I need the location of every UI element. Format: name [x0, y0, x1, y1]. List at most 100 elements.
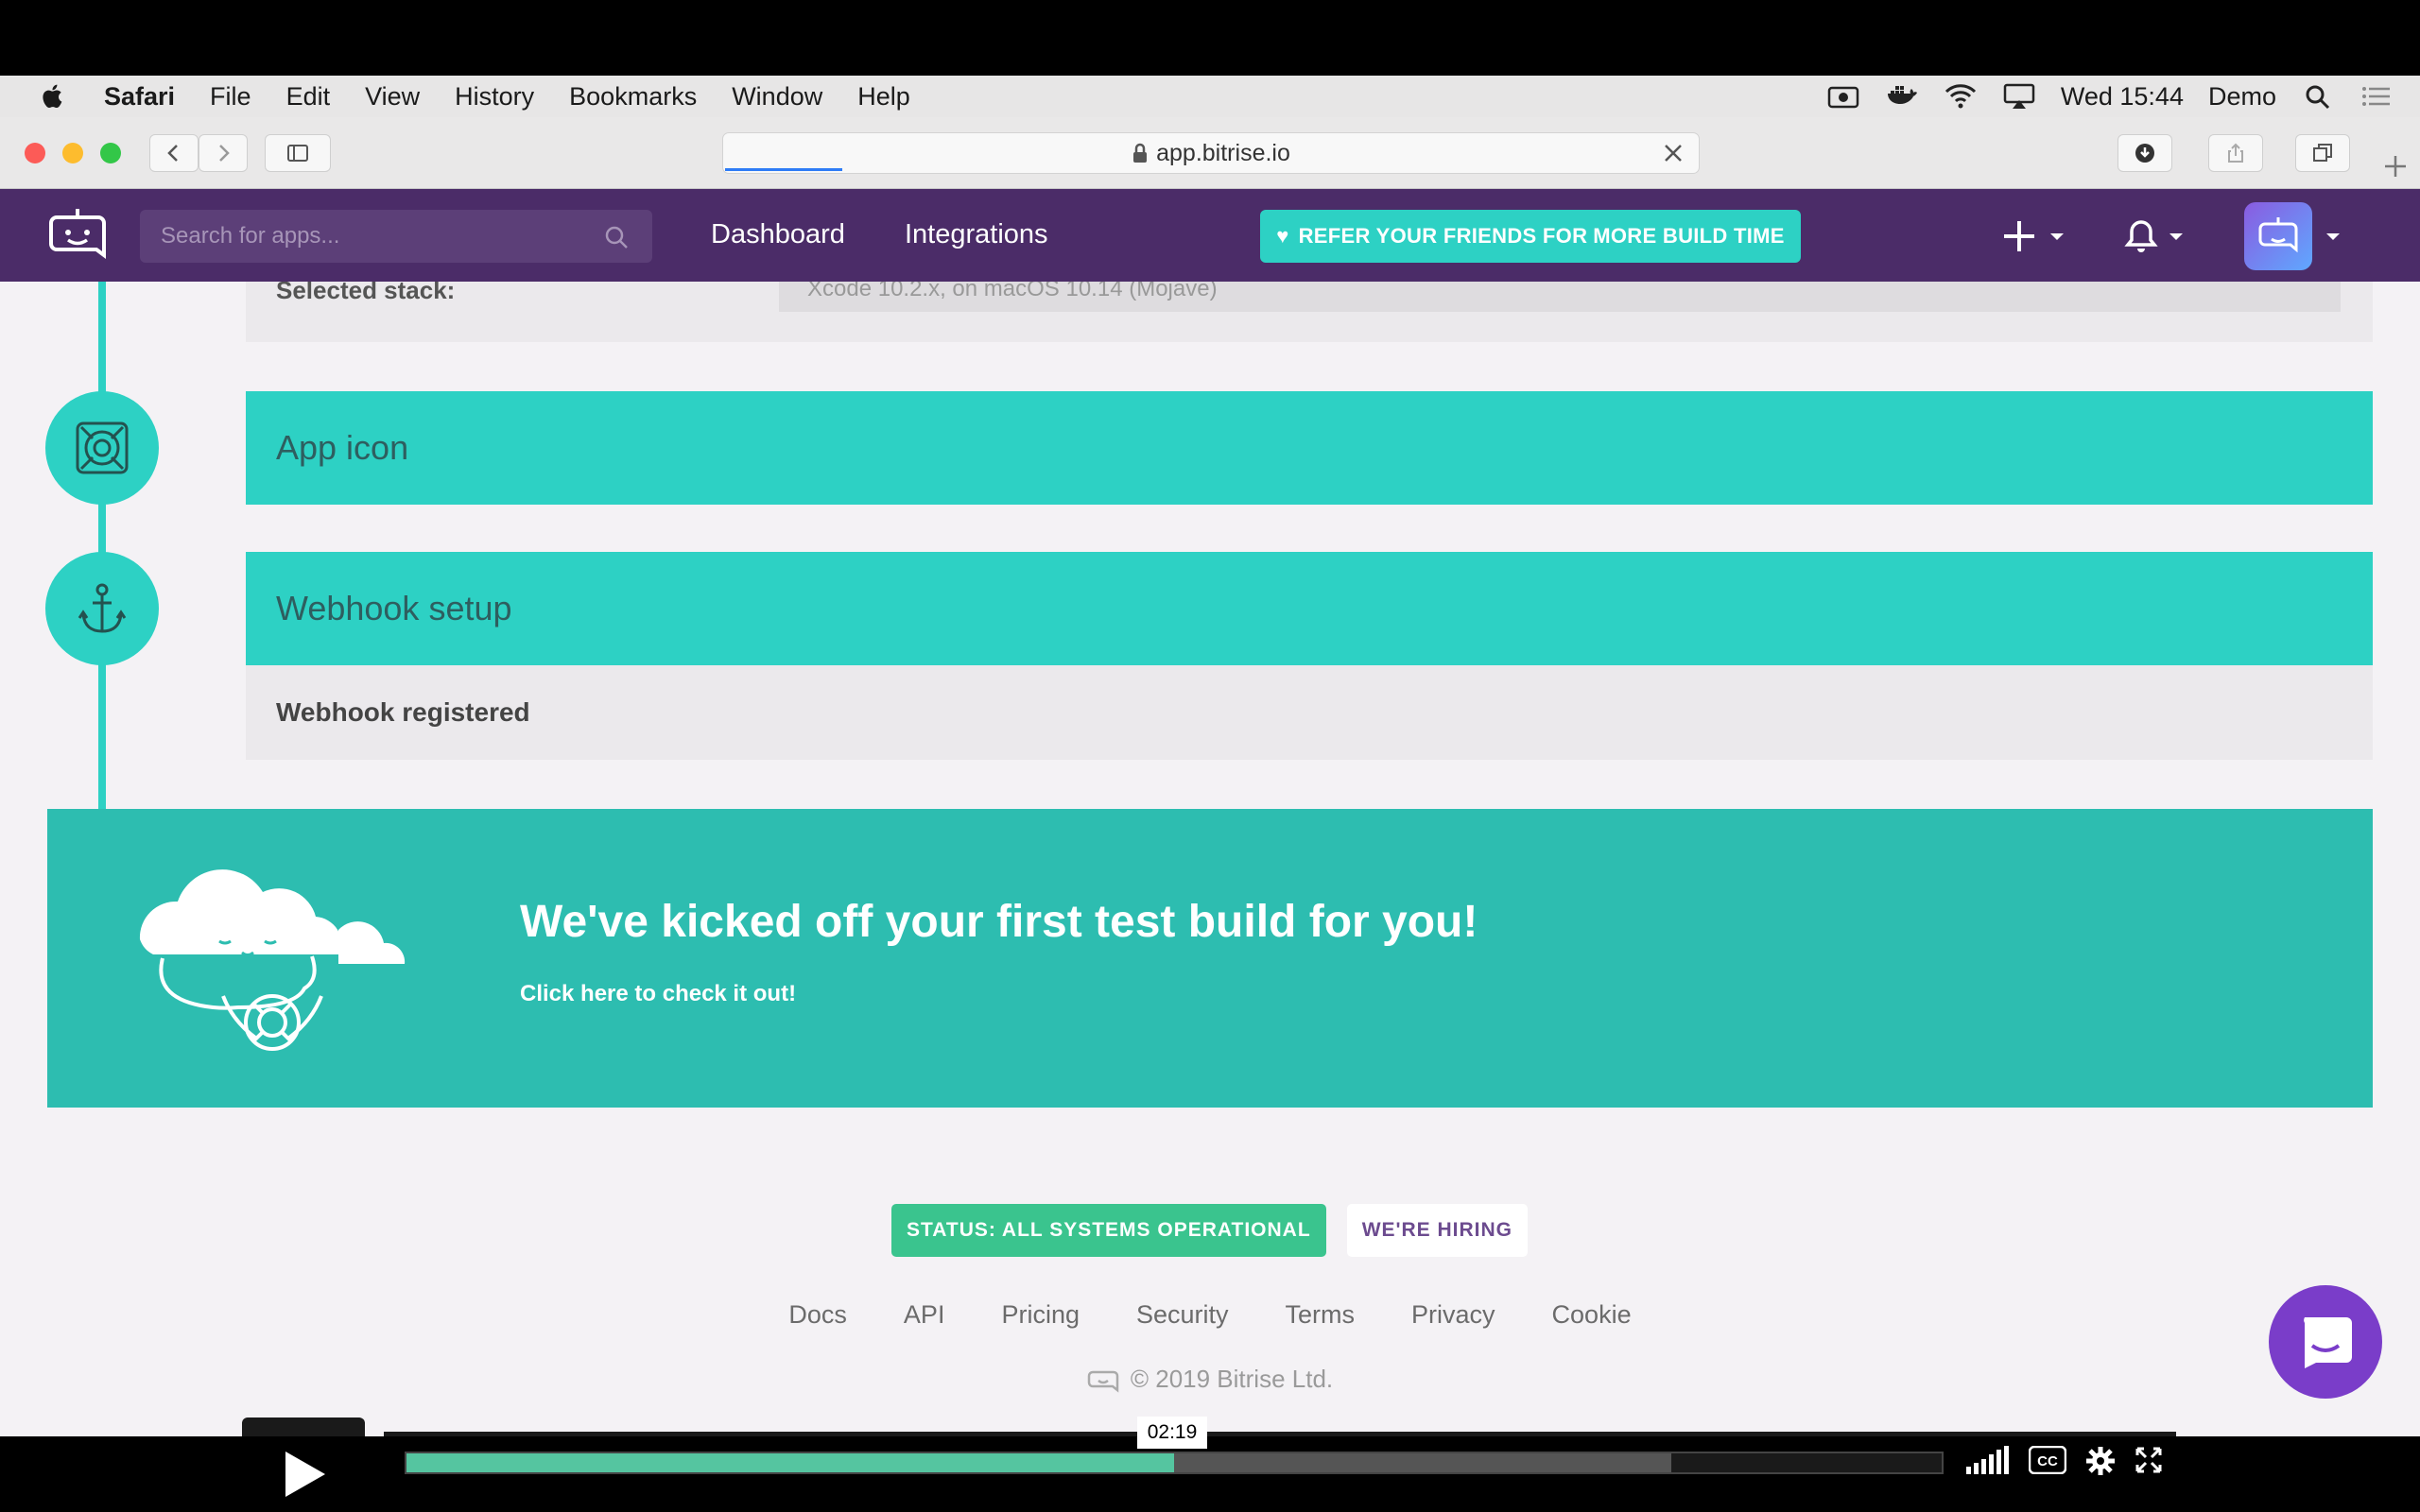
chevron-right-icon	[219, 145, 230, 162]
caret-down-icon	[2050, 233, 2064, 240]
anchor-icon	[78, 583, 127, 633]
back-button[interactable]	[149, 134, 199, 172]
lock-icon	[1133, 143, 1148, 163]
referral-emphasis: MORE BUILD TIME	[1593, 224, 1785, 248]
footer-links: Docs API Pricing Security Terms Privacy …	[0, 1300, 2420, 1330]
wifi-icon[interactable]	[1944, 81, 1978, 112]
menu-history[interactable]: History	[455, 82, 534, 112]
search-input[interactable]	[161, 223, 596, 249]
tabs-overview-button[interactable]	[2295, 134, 2350, 172]
nav-link-dashboard[interactable]: Dashboard	[711, 219, 845, 250]
user-name[interactable]: Demo	[2208, 82, 2276, 112]
app-icon-icon	[76, 421, 129, 474]
menu-edit[interactable]: Edit	[286, 82, 331, 112]
banner-subtitle-link[interactable]: Click here to check it out!	[520, 981, 796, 1007]
footer-link-pricing[interactable]: Pricing	[1001, 1300, 1080, 1330]
tabs-icon	[2313, 144, 2332, 162]
closed-captions-icon[interactable]: CC	[2029, 1446, 2066, 1474]
screen-recording-icon[interactable]	[1826, 81, 1860, 112]
footer-link-privacy[interactable]: Privacy	[1411, 1300, 1495, 1330]
timeline-line	[98, 282, 106, 809]
menu-help[interactable]: Help	[857, 82, 910, 112]
stack-label: Selected stack:	[276, 282, 456, 304]
notification-center-icon[interactable]	[2360, 81, 2394, 112]
notifications-button[interactable]	[2123, 215, 2195, 257]
seek-played	[406, 1453, 1174, 1472]
new-tab-plus-icon[interactable]	[2382, 153, 2409, 180]
app-search	[140, 210, 652, 263]
spotlight-search-icon[interactable]	[2301, 81, 2335, 112]
time-tooltip: 02:19	[1137, 1417, 1207, 1449]
fullscreen-icon[interactable]	[2135, 1446, 2163, 1474]
sidebar-toggle-button[interactable]	[265, 134, 331, 172]
docker-icon[interactable]	[1885, 81, 1919, 112]
settings-gear-icon[interactable]	[2085, 1446, 2116, 1476]
menu-window[interactable]: Window	[732, 82, 822, 112]
webhook-status: Webhook registered	[246, 665, 2373, 760]
window-zoom-button[interactable]	[100, 143, 121, 163]
sidebar-icon	[287, 145, 308, 162]
airplay-icon[interactable]	[2002, 81, 2036, 112]
cloud-mascot-icon	[139, 869, 406, 1051]
share-button[interactable]	[2208, 134, 2263, 172]
chat-launcher-button[interactable]	[2269, 1285, 2382, 1399]
menu-file[interactable]: File	[210, 82, 251, 112]
referral-text: REFER YOUR FRIENDS FOR	[1298, 224, 1588, 248]
footer-link-terms[interactable]: Terms	[1286, 1300, 1356, 1330]
download-icon	[2135, 144, 2154, 163]
step-title-webhook: Webhook setup	[276, 589, 512, 627]
footer-link-api[interactable]: API	[904, 1300, 945, 1330]
step-title-app-icon: App icon	[276, 428, 409, 467]
footer-badges: STATUS: ALL SYSTEMS OPERATIONAL WE'RE HI…	[891, 1204, 1529, 1257]
avatar	[2244, 202, 2312, 270]
stack-value[interactable]: Xcode 10.2.x, on macOS 10.14 (Mojave)	[779, 282, 2341, 312]
copyright-text: © 2019 Bitrise Ltd.	[1130, 1365, 1334, 1393]
caret-down-icon	[2169, 233, 2183, 240]
footer-link-cookie[interactable]: Cookie	[1552, 1300, 1632, 1330]
page-content: Selected stack: Xcode 10.2.x, on macOS 1…	[0, 282, 2420, 1436]
apple-icon[interactable]	[38, 81, 68, 112]
safari-toolbar: app.bitrise.io	[0, 117, 2420, 189]
chat-icon	[2304, 1317, 2352, 1368]
address-url: app.bitrise.io	[1156, 139, 1290, 166]
step-app-icon-marker	[45, 391, 159, 505]
bitrise-robot-icon	[1087, 1370, 1119, 1393]
address-bar[interactable]: app.bitrise.io	[722, 132, 1700, 174]
play-icon[interactable]	[280, 1448, 329, 1501]
account-menu-button[interactable]	[2244, 202, 2346, 270]
step-header-webhook[interactable]: Webhook setup	[246, 552, 2373, 665]
menu-app-safari[interactable]: Safari	[104, 82, 175, 112]
chevron-left-icon	[167, 145, 178, 162]
footer-link-security[interactable]: Security	[1136, 1300, 1229, 1330]
volume-bars-icon[interactable]	[1966, 1446, 2010, 1474]
svg-text:CC: CC	[2037, 1453, 2058, 1469]
plus-icon	[2004, 221, 2034, 251]
nav-link-integrations[interactable]: Integrations	[905, 219, 1048, 250]
menu-bookmarks[interactable]: Bookmarks	[569, 82, 697, 112]
banner-title: We've kicked off your first test build f…	[520, 897, 1478, 947]
caret-down-icon	[2326, 233, 2340, 240]
clock[interactable]: Wed 15:44	[2061, 82, 2184, 112]
seek-bar[interactable]	[405, 1452, 1944, 1474]
window-close-button[interactable]	[25, 143, 45, 163]
step-header-app-icon[interactable]: App icon	[246, 391, 2373, 505]
step-webhook-marker	[45, 552, 159, 665]
forward-button[interactable]	[199, 134, 248, 172]
add-menu-button[interactable]	[2000, 215, 2072, 257]
footer-link-docs[interactable]: Docs	[788, 1300, 847, 1330]
downloads-button[interactable]	[2118, 134, 2172, 172]
menu-view[interactable]: View	[365, 82, 420, 112]
hiring-badge[interactable]: WE'RE HIRING	[1346, 1204, 1529, 1257]
webhook-status-text: Webhook registered	[276, 697, 530, 727]
status-badge[interactable]: STATUS: ALL SYSTEMS OPERATIONAL	[891, 1204, 1326, 1257]
app-navbar: Dashboard Integrations ♥ REFER YOUR FRIE…	[0, 189, 2420, 282]
window-minimize-button[interactable]	[62, 143, 83, 163]
page-load-progress	[725, 168, 842, 171]
heart-icon: ♥	[1276, 224, 1289, 248]
search-icon[interactable]	[603, 224, 630, 250]
first-build-banner[interactable]: We've kicked off your first test build f…	[47, 809, 2373, 1108]
refer-friends-button[interactable]: ♥ REFER YOUR FRIENDS FOR MORE BUILD TIME	[1260, 210, 1801, 263]
stop-loading-icon[interactable]	[1663, 143, 1684, 163]
bell-icon	[2124, 220, 2158, 252]
bitrise-logo-icon[interactable]	[43, 206, 112, 263]
